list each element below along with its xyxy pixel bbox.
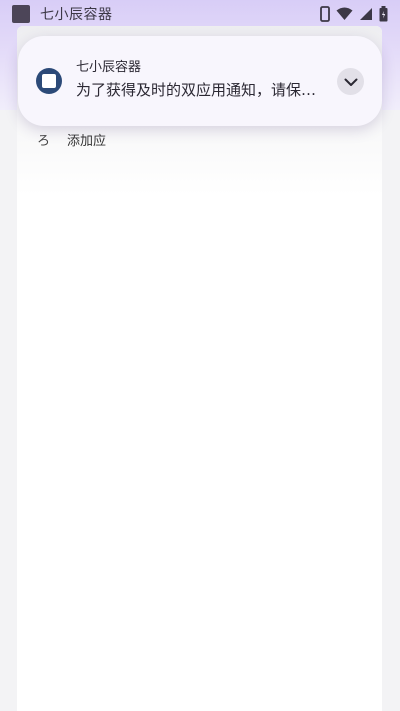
app-logo-square — [42, 74, 56, 88]
phone-icon — [320, 6, 330, 22]
status-icons — [320, 6, 388, 22]
battery-icon — [379, 6, 388, 22]
content-card: ろ 添加应 — [17, 26, 382, 711]
screen: 七小辰容器 ろ 添加应 七小辰容器 为了获得及时的双应用通知，请保持… — [0, 0, 400, 711]
signal-icon — [359, 7, 373, 21]
status-bar: 七小辰容器 — [0, 0, 400, 28]
add-row-label: 添加应 — [67, 134, 107, 149]
notification-message: 为了获得及时的双应用通知，请保持… — [76, 81, 322, 99]
notification-text: 七小辰容器 为了获得及时的双应用通知，请保持… — [76, 58, 322, 102]
notification-app-name: 七小辰容器 — [76, 60, 142, 75]
add-row-glyph: ろ — [37, 134, 51, 149]
app-square-icon — [12, 5, 30, 23]
app-logo-icon — [36, 68, 62, 94]
heads-up-notification[interactable]: 七小辰容器 为了获得及时的双应用通知，请保持… — [18, 36, 382, 126]
wifi-icon — [336, 7, 353, 21]
chevron-down-icon — [344, 72, 358, 91]
add-app-row[interactable]: ろ 添加应 — [37, 130, 106, 149]
notification-expand-button[interactable] — [337, 68, 364, 95]
status-app-title: 七小辰容器 — [40, 7, 113, 23]
